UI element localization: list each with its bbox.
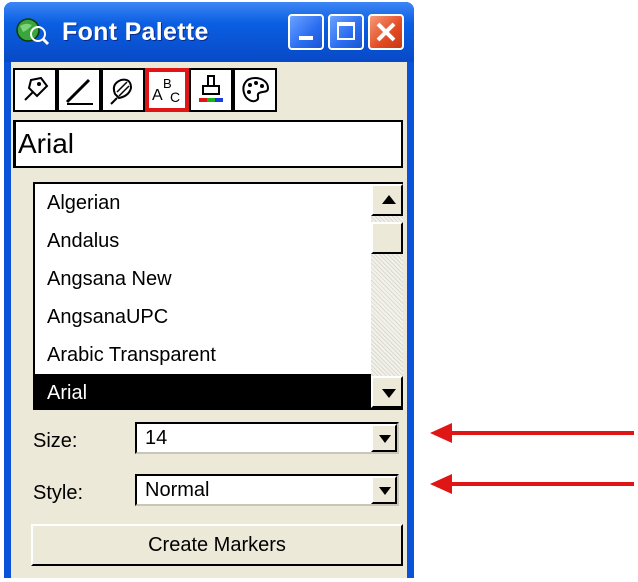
- annotation-arrow-size: [430, 423, 634, 443]
- font-list[interactable]: Algerian Andalus Angsana New AngsanaUPC …: [35, 184, 371, 408]
- tab-font[interactable]: A B C: [145, 68, 189, 112]
- font-palette-window: Font Palette A B C Arial Algerian Andalu…: [4, 2, 414, 578]
- maximize-icon: [337, 22, 355, 40]
- map-globe-icon: [16, 18, 50, 46]
- annotation-arrow-style: [430, 474, 634, 494]
- tab-palette[interactable]: [233, 68, 277, 112]
- tab-fill[interactable]: [101, 68, 145, 112]
- tab-line[interactable]: [57, 68, 101, 112]
- style-dropdown[interactable]: Normal: [135, 474, 399, 506]
- chevron-down-icon: [379, 487, 391, 495]
- list-item[interactable]: Angsana New: [35, 260, 371, 298]
- svg-text:C: C: [170, 89, 180, 105]
- arrow-down-icon: [382, 389, 396, 398]
- scroll-up-button[interactable]: [371, 184, 403, 216]
- style-label: Style:: [33, 482, 84, 504]
- list-item[interactable]: Andalus: [35, 222, 371, 260]
- palette-body: A B C Arial Algerian Andalus Angsana New…: [11, 62, 407, 578]
- close-icon: [376, 22, 396, 42]
- minimize-icon: [299, 36, 313, 40]
- font-listbox[interactable]: Algerian Andalus Angsana New AngsanaUPC …: [33, 182, 403, 410]
- font-name-field[interactable]: Arial: [13, 120, 403, 168]
- arrow-up-icon: [382, 195, 396, 204]
- style-value: Normal: [145, 479, 210, 501]
- paint-brush-icon: [199, 75, 223, 102]
- tab-color[interactable]: [189, 68, 233, 112]
- tab-point-symbol[interactable]: [13, 68, 57, 112]
- list-item-selected[interactable]: Arial: [35, 374, 371, 408]
- create-markers-button[interactable]: Create Markers: [31, 524, 403, 566]
- pencil-line-icon: [65, 78, 93, 105]
- list-item[interactable]: Arabic Transparent: [35, 336, 371, 374]
- svg-text:A: A: [152, 87, 163, 104]
- abc-text-icon: A B C: [152, 76, 180, 105]
- size-dropdown-button[interactable]: [371, 424, 397, 452]
- fill-pattern-icon: [110, 78, 133, 105]
- minimize-button[interactable]: [288, 14, 324, 50]
- color-palette-icon: [242, 76, 270, 103]
- vertical-scrollbar[interactable]: [371, 184, 403, 408]
- chevron-down-icon: [379, 435, 391, 443]
- style-dropdown-button[interactable]: [371, 476, 397, 504]
- close-button[interactable]: [368, 14, 404, 50]
- scroll-down-button[interactable]: [371, 376, 403, 408]
- size-label: Size:: [33, 430, 78, 452]
- size-value: 14: [145, 427, 168, 449]
- maximize-button[interactable]: [328, 14, 364, 50]
- pushpin-icon: [24, 76, 49, 101]
- size-dropdown[interactable]: 14: [135, 422, 399, 454]
- list-item[interactable]: AngsanaUPC: [35, 298, 371, 336]
- title-bar[interactable]: Font Palette: [4, 2, 414, 62]
- scroll-thumb[interactable]: [371, 222, 403, 254]
- window-title: Font Palette: [62, 18, 209, 46]
- list-item[interactable]: Algerian: [35, 184, 371, 222]
